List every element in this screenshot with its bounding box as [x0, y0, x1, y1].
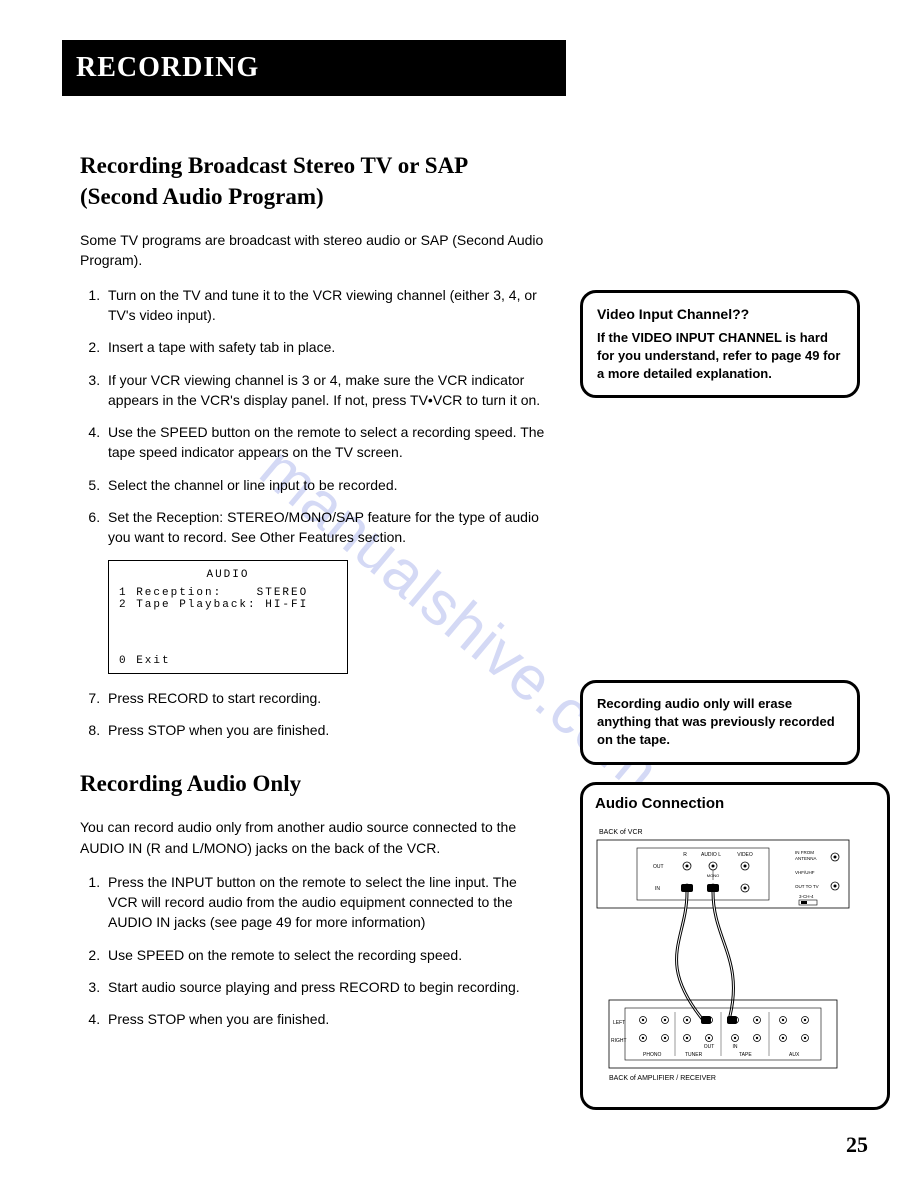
audio-osd-title: AUDIO	[119, 569, 337, 581]
s2-step-2: Use SPEED on the remote to select the re…	[104, 945, 550, 965]
svg-text:LEFT: LEFT	[613, 1020, 625, 1026]
page-number: 25	[846, 1132, 868, 1158]
section2-title: Recording Audio Only	[80, 768, 550, 799]
svg-text:3-CH-4: 3-CH-4	[799, 894, 814, 899]
svg-text:IN: IN	[655, 886, 660, 892]
audio-osd-exit: 0 Exit	[119, 655, 171, 667]
step-8: Press STOP when you are finished.	[104, 720, 550, 740]
svg-text:R: R	[683, 852, 687, 858]
audio-osd-line2: 2 Tape Playback: HI-FI	[119, 599, 337, 611]
svg-text:ANTENNA: ANTENNA	[795, 856, 817, 861]
step-4: Use the SPEED button on the remote to se…	[104, 422, 550, 463]
connection-svg: BACK of VCR R AUDIO L VIDEO OUT MONO IN	[595, 820, 851, 1090]
svg-text:PHONO: PHONO	[643, 1052, 661, 1058]
step-6: Set the Reception: STEREO/MONO/SAP featu…	[104, 507, 550, 548]
callout1-title: Video Input Channel??	[597, 305, 843, 325]
audio-osd-line1: 1 Reception: STEREO	[119, 587, 337, 599]
callout-erase-warning: Recording audio only will erase anything…	[580, 680, 860, 765]
step-5: Select the channel or line input to be r…	[104, 475, 550, 495]
step-3: If your VCR viewing channel is 3 or 4, m…	[104, 370, 550, 411]
svg-text:VIDEO: VIDEO	[737, 852, 753, 858]
svg-text:TAPE: TAPE	[739, 1052, 752, 1058]
section1-intro: Some TV programs are broadcast with ster…	[80, 230, 550, 271]
svg-text:IN: IN	[733, 1044, 738, 1050]
svg-text:OUT TO TV: OUT TO TV	[795, 884, 819, 889]
callout-video-input: Video Input Channel?? If the VIDEO INPUT…	[580, 290, 860, 398]
svg-text:AUDIO L: AUDIO L	[701, 852, 721, 858]
diagram-title: Audio Connection	[595, 795, 875, 812]
svg-text:AUX: AUX	[789, 1052, 800, 1058]
svg-text:OUT: OUT	[653, 864, 664, 870]
label-back-vcr: BACK of VCR	[599, 829, 643, 836]
section2-intro: You can record audio only from another a…	[80, 817, 550, 858]
step-2: Insert a tape with safety tab in place.	[104, 337, 550, 357]
svg-text:TUNER: TUNER	[685, 1052, 703, 1058]
audio-connection-diagram: Audio Connection BACK of VCR R AUDIO L V…	[580, 782, 890, 1110]
callout1-body: If the VIDEO INPUT CHANNEL is hard for y…	[597, 329, 843, 384]
s2-step-4: Press STOP when you are finished.	[104, 1009, 550, 1029]
svg-text:RIGHT: RIGHT	[611, 1038, 627, 1044]
step-1: Turn on the TV and tune it to the VCR vi…	[104, 285, 550, 326]
s2-step-3: Start audio source playing and press REC…	[104, 977, 550, 997]
callout2-body: Recording audio only will erase anything…	[597, 695, 843, 750]
svg-text:BACK of AMPLIFIER / RECEIVER: BACK of AMPLIFIER / RECEIVER	[609, 1075, 716, 1082]
svg-text:IN FROM: IN FROM	[795, 850, 814, 855]
audio-osd-box: AUDIO 1 Reception: STEREO 2 Tape Playbac…	[108, 560, 348, 674]
section1-title: Recording Broadcast Stereo TV or SAP (Se…	[80, 150, 550, 212]
s2-step-1: Press the INPUT button on the remote to …	[104, 872, 550, 933]
step-7: Press RECORD to start recording.	[104, 688, 550, 708]
svg-text:VHF/UHF: VHF/UHF	[795, 870, 815, 875]
svg-text:OUT: OUT	[704, 1044, 715, 1050]
page-header: RECORDING	[62, 40, 566, 96]
